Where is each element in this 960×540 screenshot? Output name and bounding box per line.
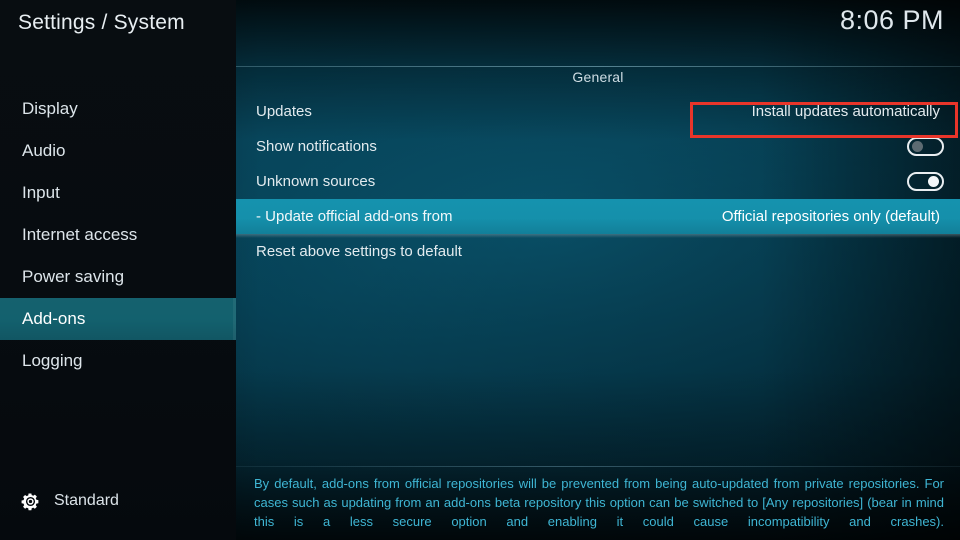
setting-label: Show notifications <box>256 138 377 155</box>
settings-level-selector[interactable]: Standard <box>0 484 236 518</box>
sidebar-item-display[interactable]: Display <box>0 88 236 130</box>
settings-content-panel: General Updates Install updates automati… <box>236 0 960 540</box>
sidebar-item-audio[interactable]: Audio <box>0 130 236 172</box>
sidebar-item-logging[interactable]: Logging <box>0 340 236 382</box>
settings-level-label: Standard <box>54 492 119 509</box>
setting-row-unknown-sources[interactable]: Unknown sources <box>236 164 960 199</box>
sidebar-item-label: Input <box>22 183 60 202</box>
breadcrumb-title: Settings / System <box>18 11 185 34</box>
setting-label: - Update official add-ons from <box>256 208 453 225</box>
setting-row-reset-above-settings[interactable]: Reset above settings to default <box>236 234 960 269</box>
top-bar: Settings / System 8:06 PM <box>0 0 960 62</box>
setting-control <box>907 137 960 156</box>
sidebar-item-label: Add-ons <box>22 309 86 328</box>
sidebar-list: Display Audio Input Internet access Powe… <box>0 88 236 382</box>
sidebar-item-label: Display <box>22 99 78 118</box>
clock: 8:06 PM <box>839 5 944 35</box>
setting-label: Unknown sources <box>256 173 376 190</box>
setting-value[interactable]: Official repositories only (default) <box>722 208 960 225</box>
toggle-unknown-sources[interactable] <box>907 172 944 191</box>
sidebar-item-label: Audio <box>22 141 66 160</box>
toggle-knob <box>928 176 939 187</box>
setting-row-updates[interactable]: Updates Install updates automatically <box>236 94 960 129</box>
setting-row-update-official-add-ons-from[interactable]: - Update official add-ons from Official … <box>236 199 960 238</box>
sidebar-item-input[interactable]: Input <box>0 172 236 214</box>
content-top-divider <box>236 66 960 67</box>
setting-control <box>907 172 960 191</box>
sidebar-item-label: Internet access <box>22 225 138 244</box>
gear-icon <box>21 492 39 510</box>
setting-label: Reset above settings to default <box>256 243 462 260</box>
settings-group-title: General <box>572 69 624 85</box>
setting-label: Updates <box>256 103 312 120</box>
kodi-settings-screen: Settings / System 8:06 PM Display Audio … <box>0 0 960 540</box>
help-divider <box>236 466 960 467</box>
sidebar-item-add-ons[interactable]: Add-ons <box>0 298 236 340</box>
sidebar: Display Audio Input Internet access Powe… <box>0 0 236 540</box>
sidebar-item-label: Logging <box>22 351 83 370</box>
setting-row-show-notifications[interactable]: Show notifications <box>236 129 960 164</box>
toggle-knob <box>912 141 923 152</box>
sidebar-item-power-saving[interactable]: Power saving <box>0 256 236 298</box>
setting-help-text: By default, add-ons from official reposi… <box>254 476 944 529</box>
toggle-show-notifications[interactable] <box>907 137 944 156</box>
settings-rows: Updates Install updates automatically Sh… <box>236 94 960 269</box>
sidebar-item-label: Power saving <box>22 267 125 286</box>
setting-value[interactable]: Install updates automatically <box>752 103 960 120</box>
sidebar-item-internet-access[interactable]: Internet access <box>0 214 236 256</box>
